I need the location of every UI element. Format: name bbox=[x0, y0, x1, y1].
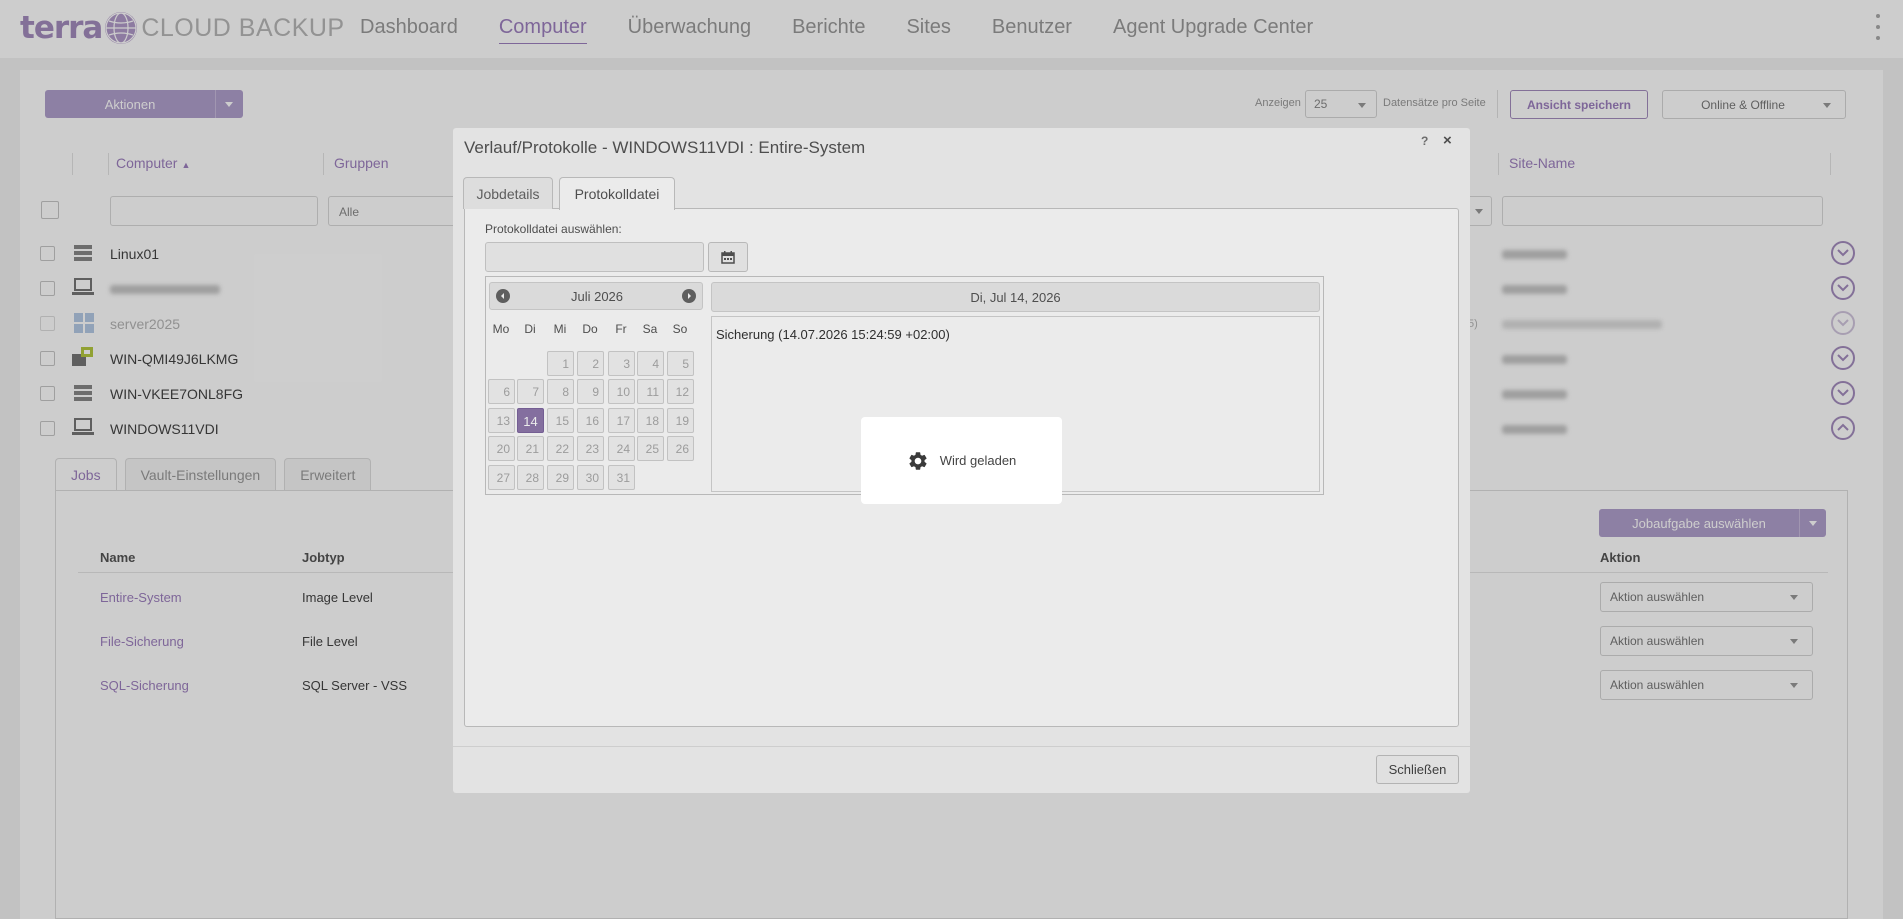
gear-icon bbox=[909, 451, 927, 470]
loading-indicator: Wird geladen bbox=[861, 417, 1062, 504]
loading-text: Wird geladen bbox=[939, 453, 1017, 468]
